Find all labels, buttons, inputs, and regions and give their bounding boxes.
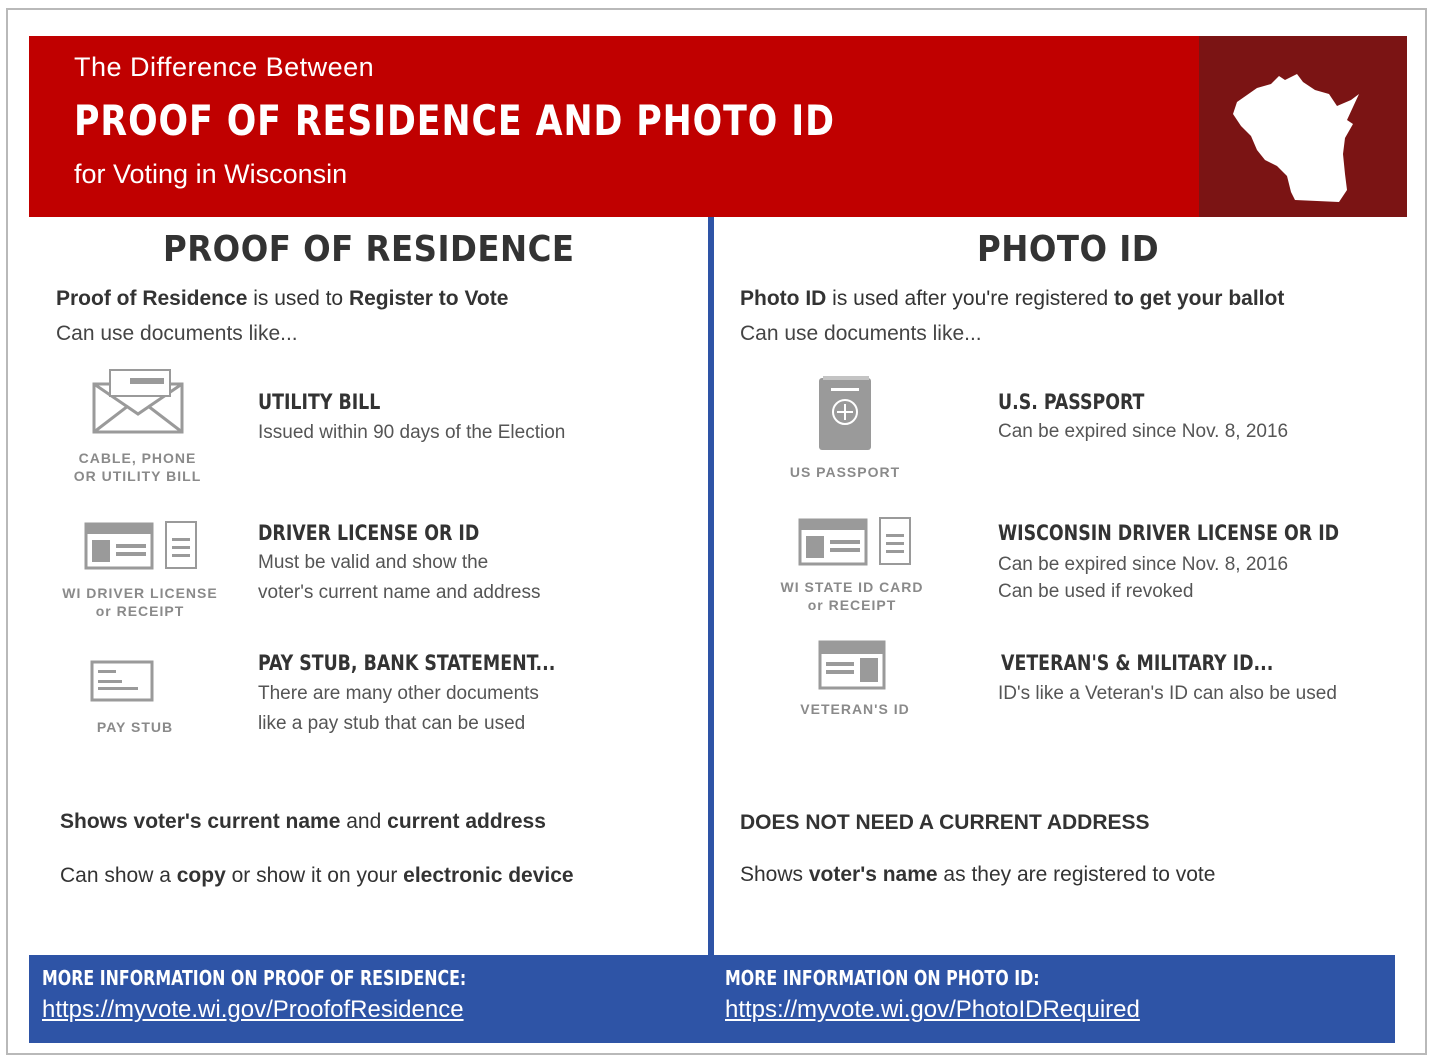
passport-desc: Can be expired since Nov. 8, 2016 bbox=[998, 421, 1289, 442]
veteran-id-icon bbox=[818, 640, 886, 690]
utility-bill-caption: CABLE, PHONE OR UTILITY BILL bbox=[73, 450, 202, 484]
pay-stub-icon bbox=[90, 660, 154, 702]
passport-icon bbox=[819, 376, 871, 450]
pay-stub-caption: PAY STUB bbox=[96, 719, 174, 735]
residence-bottom-line-1: Shows voter's current name and current a… bbox=[60, 810, 546, 833]
header-subtitle-top: The Difference Between bbox=[74, 52, 375, 82]
envelope-icon bbox=[92, 369, 184, 434]
utility-bill-title: UTILITY BILL bbox=[258, 390, 381, 414]
residence-lead: Proof of Residence is used to Register t… bbox=[56, 287, 509, 310]
id-card-icon bbox=[798, 517, 911, 566]
driver-license-caption: WI DRIVER LICENSE or RECEIPT bbox=[62, 585, 218, 619]
photo-id-bottom-line-2: Shows voter's name as they are registere… bbox=[740, 863, 1216, 886]
footer-residence-label: MORE INFORMATION ON PROOF OF RESIDENCE: bbox=[42, 966, 467, 990]
wi-license-desc-2: Can be used if revoked bbox=[998, 581, 1194, 602]
residence-heading: PROOF OF RESIDENCE bbox=[163, 229, 575, 270]
photo-id-lead: Photo ID is used after you're registered… bbox=[740, 287, 1285, 310]
header-map-panel bbox=[1199, 36, 1407, 217]
wi-license-desc-1: Can be expired since Nov. 8, 2016 bbox=[998, 554, 1289, 575]
pay-stub-title: PAY STUB, BANK STATEMENT... bbox=[258, 651, 556, 675]
header-subtitle-bottom: for Voting in Wisconsin bbox=[74, 159, 348, 189]
veteran-id-desc: ID's like a Veteran's ID can also be use… bbox=[998, 683, 1337, 704]
utility-bill-desc: Issued within 90 days of the Election bbox=[258, 422, 566, 443]
photo-id-heading: PHOTO ID bbox=[977, 229, 1160, 270]
driver-license-title: DRIVER LICENSE OR ID bbox=[258, 521, 480, 545]
column-divider bbox=[708, 217, 714, 955]
pay-stub-desc-1: There are many other documents bbox=[258, 683, 539, 704]
id-card-icon bbox=[84, 521, 197, 570]
header-title: PROOF OF RESIDENCE AND PHOTO ID bbox=[74, 96, 835, 145]
proof-of-residence-link[interactable]: https://myvote.wi.gov/ProofofResidence bbox=[42, 996, 464, 1024]
driver-license-desc-2: voter's current name and address bbox=[258, 582, 541, 603]
state-id-caption: WI STATE ID CARD or RECEIPT bbox=[780, 579, 924, 613]
veteran-id-caption: VETERAN'S ID bbox=[800, 701, 910, 717]
photo-id-sublead: Can use documents like... bbox=[740, 322, 982, 345]
wi-license-title: WISCONSIN DRIVER LICENSE OR ID bbox=[998, 521, 1340, 545]
passport-caption: US PASSPORT bbox=[789, 464, 901, 480]
residence-bottom-line-2: Can show a copy or show it on your elect… bbox=[60, 864, 574, 887]
photo-id-link[interactable]: https://myvote.wi.gov/PhotoIDRequired bbox=[725, 996, 1140, 1024]
residence-sublead: Can use documents like... bbox=[56, 322, 298, 345]
veteran-id-title: VETERAN'S & MILITARY ID... bbox=[1001, 651, 1274, 675]
wisconsin-map-icon bbox=[1233, 74, 1359, 202]
footer-photo-id-label: MORE INFORMATION ON PHOTO ID: bbox=[725, 966, 1040, 990]
photo-id-bottom-line-1: DOES NOT NEED A CURRENT ADDRESS bbox=[740, 811, 1150, 834]
pay-stub-desc-2: like a pay stub that can be used bbox=[258, 713, 526, 734]
driver-license-desc-1: Must be valid and show the bbox=[258, 552, 489, 573]
passport-title: U.S. PASSPORT bbox=[998, 390, 1145, 414]
